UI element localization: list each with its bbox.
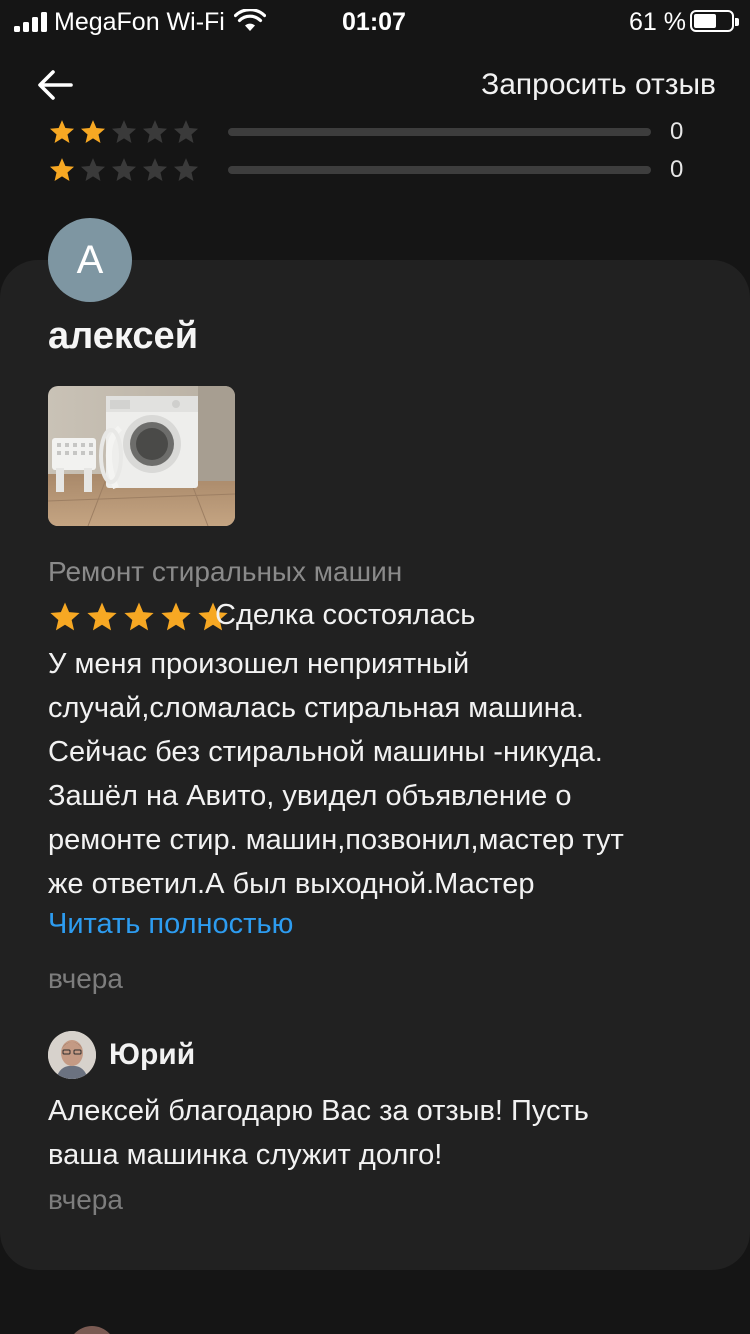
rating-breakdown: 0 0 [0, 114, 750, 194]
status-bar: MegaFon Wi-Fi 01:07 61 % [0, 0, 750, 44]
reply-date: вчера [48, 1184, 123, 1215]
nav-bar: Запросить отзыв [0, 44, 750, 124]
reply-text-line: Алексей благодарю Вас за отзыв! Пусть [48, 1095, 589, 1127]
rating-row-2-stars: 0 [48, 115, 708, 149]
review-text: У меня произошел неприятный случай,слома… [48, 642, 708, 906]
star-rating [48, 156, 208, 184]
review-text-line: Сейчас без стиральной машины -никуда. [48, 736, 603, 768]
star-empty-icon [111, 158, 137, 181]
star-empty-icon [142, 158, 168, 181]
reply-avatar [48, 1031, 96, 1079]
avatar-letter: А [76, 237, 104, 282]
read-more-link[interactable]: Читать полностью [48, 908, 293, 941]
rating-bar [228, 128, 651, 136]
rating-bar [228, 166, 651, 174]
review-text-line: же ответил.А был выходной.Мастер [48, 868, 535, 900]
reply-text-line: ваша машинка служит долго! [48, 1139, 443, 1171]
star-filled-icon [49, 120, 75, 143]
star-filled-icon [87, 602, 117, 631]
washing-machine-photo [48, 386, 235, 526]
review-photo[interactable] [48, 386, 235, 526]
review-text-line: ремонте стир. машин,позвонил,мастер тут [48, 824, 624, 856]
star-rating [48, 118, 208, 146]
star-filled-icon [124, 602, 154, 631]
star-empty-icon [111, 120, 137, 143]
review-author: алексей [48, 315, 199, 357]
star-empty-icon [80, 158, 106, 181]
request-review-button[interactable]: Запросить отзыв [481, 68, 716, 102]
star-empty-icon [173, 120, 199, 143]
reply-text: Алексей благодарю Вас за отзыв! Пусть ва… [48, 1089, 708, 1177]
reply-author: Юрий [109, 1038, 196, 1071]
rating-row-1-star: 0 [48, 153, 708, 187]
deal-status: Сделка состоялась [215, 599, 476, 631]
star-filled-icon [80, 120, 106, 143]
review-date: вчера [48, 963, 123, 994]
rating-count: 0 [670, 118, 684, 145]
star-empty-icon [142, 120, 168, 143]
service-name: Ремонт стиральных машин [48, 556, 403, 587]
back-button[interactable] [30, 60, 80, 110]
avatar: А [48, 218, 132, 302]
review-star-rating [48, 600, 230, 634]
next-review-avatar [68, 1326, 116, 1334]
rating-count: 0 [670, 156, 684, 183]
battery-icon [690, 10, 739, 32]
review-text-line: случай,сломалась стиральная машина. [48, 692, 584, 724]
review-text-line: Зашёл на Авито, увидел объявление о [48, 780, 572, 812]
star-empty-icon [173, 158, 199, 181]
star-filled-icon [49, 158, 75, 181]
star-filled-icon [50, 602, 80, 631]
user-photo [48, 1031, 96, 1079]
arrow-left-icon [38, 70, 73, 100]
review-text-line: У меня произошел неприятный [48, 648, 470, 680]
battery-percentage: 61 % [629, 8, 686, 36]
star-filled-icon [161, 602, 191, 631]
